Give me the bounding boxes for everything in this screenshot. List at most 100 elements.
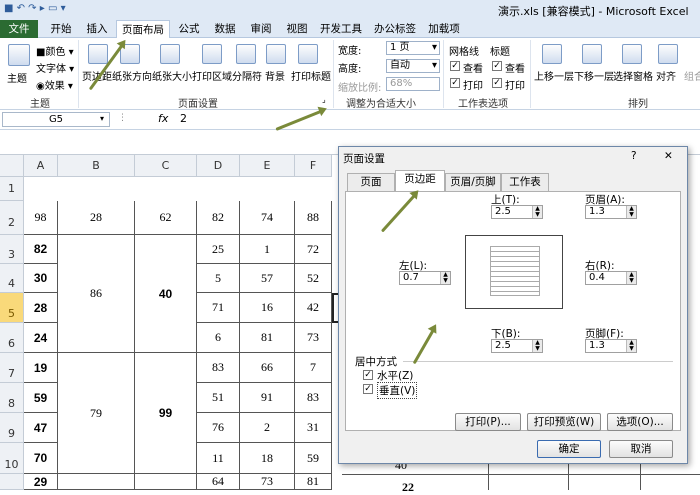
align-icon[interactable] — [658, 44, 678, 64]
tab-view[interactable]: 视图 — [280, 20, 314, 38]
help-button[interactable]: ? — [631, 150, 637, 162]
theme-colors-button[interactable]: ■颜色 ▾ — [36, 43, 74, 58]
cell-f3[interactable]: 72 — [295, 235, 332, 264]
cell-f6[interactable]: 73 — [295, 323, 332, 353]
selection-pane-button[interactable]: 选择窗格 — [613, 68, 653, 83]
group-objects-button[interactable]: 组合 — [684, 68, 700, 83]
cell-b11[interactable] — [58, 474, 135, 490]
margins-icon[interactable] — [88, 44, 108, 64]
name-box[interactable]: G5 — [2, 112, 110, 127]
options-button[interactable]: 选项(O)... — [607, 413, 673, 431]
row-header-6[interactable]: 6 — [0, 323, 24, 353]
scale-ratio-input[interactable]: 68% — [386, 77, 440, 91]
scale-width-select[interactable]: 1 页 ▾ — [386, 41, 440, 55]
print-titles-button[interactable]: 打印标题 — [291, 68, 331, 83]
cell-e10[interactable]: 18 — [240, 443, 295, 474]
tab-addins[interactable]: 加载项 — [422, 20, 466, 38]
cell-f4[interactable]: 52 — [295, 264, 332, 293]
cell-f9[interactable]: 31 — [295, 413, 332, 443]
align-button[interactable]: 对齐 — [656, 68, 676, 83]
top-margin-input[interactable]: 2.5 ▲ ▼ — [491, 205, 543, 219]
dialog-tab-page[interactable]: 页面 — [347, 173, 395, 191]
tab-home[interactable]: 开始 — [44, 20, 78, 38]
cell-a9[interactable]: 47 — [24, 413, 58, 443]
cell-f8[interactable]: 83 — [295, 383, 332, 413]
print-preview-button[interactable]: 打印预览(W) — [527, 413, 601, 431]
bring-forward-button[interactable]: 上移一层 — [534, 68, 574, 83]
dialog-tab-sheet[interactable]: 工作表 — [501, 173, 549, 191]
tab-formulas[interactable]: 公式 — [172, 20, 206, 38]
themes-button[interactable]: 主题 — [7, 70, 27, 85]
page-setup-launcher-icon[interactable]: ⌟ — [322, 95, 326, 104]
dialog-tab-margins[interactable]: 页边距 — [395, 170, 445, 192]
column-header-e[interactable]: E — [240, 155, 295, 177]
column-header-a[interactable]: A — [24, 155, 58, 177]
row-header-3[interactable]: 3 — [0, 235, 24, 264]
row-header-7[interactable]: 7 — [0, 353, 24, 383]
cell-b3-merged[interactable]: 86 — [58, 235, 135, 353]
spinner-icon[interactable]: ▲ ▼ — [532, 206, 542, 218]
column-header-f[interactable]: F — [295, 155, 332, 177]
bring-forward-icon[interactable] — [542, 44, 562, 64]
send-backward-button[interactable]: 下移一层 — [574, 68, 614, 83]
column-header-c[interactable]: C — [135, 155, 197, 177]
cell-e4[interactable]: 57 — [240, 264, 295, 293]
gridlines-print-checkbox[interactable]: ✓ — [450, 78, 460, 88]
header-margin-input[interactable]: 1.3 ▲ ▼ — [585, 205, 637, 219]
cell-f2[interactable]: 88 — [295, 201, 332, 235]
dialog-tab-header-footer[interactable]: 页眉/页脚 — [445, 173, 501, 191]
row-header-10[interactable]: 10 — [0, 443, 24, 474]
headings-view-checkbox[interactable]: ✓ — [492, 61, 502, 71]
spinner-icon[interactable]: ▲ ▼ — [626, 272, 636, 284]
cell-e9[interactable]: 2 — [240, 413, 295, 443]
theme-fonts-button[interactable]: 文字体 ▾ — [36, 60, 74, 75]
tab-review[interactable]: 审阅 — [244, 20, 278, 38]
tab-developer[interactable]: 开发工具 — [314, 20, 368, 38]
cell-d5[interactable]: 71 — [197, 293, 240, 323]
cell-a8[interactable]: 59 — [24, 383, 58, 413]
right-margin-input[interactable]: 0.4 ▲ ▼ — [585, 271, 637, 285]
cell-d11[interactable]: 64 — [197, 474, 240, 490]
cell-a6[interactable]: 24 — [24, 323, 58, 353]
ok-button[interactable]: 确定 — [537, 440, 601, 458]
size-button[interactable]: 纸张大小 — [152, 68, 192, 83]
close-icon[interactable]: ✕ — [664, 150, 673, 162]
breaks-icon[interactable] — [236, 44, 256, 64]
cell-c3-merged[interactable]: 40 — [135, 235, 197, 353]
cell-c7-merged[interactable]: 99 — [135, 353, 197, 474]
cell-f5[interactable]: 42 — [295, 293, 332, 323]
cell-b7-merged[interactable]: 79 — [58, 353, 135, 474]
cell-d6[interactable]: 6 — [197, 323, 240, 353]
orientation-button[interactable]: 纸张方向 — [112, 68, 152, 83]
quick-access-toolbar[interactable]: ■ ↶ ↷ ▸ ▭ ▾ — [4, 3, 124, 17]
cell-c2[interactable]: 62 — [135, 201, 197, 235]
cell-e3[interactable]: 1 — [240, 235, 295, 264]
cell-c11[interactable] — [135, 474, 197, 490]
theme-effects-button[interactable]: ◉效果 ▾ — [36, 77, 73, 92]
cell-a11[interactable]: 29 — [24, 474, 58, 490]
spinner-icon[interactable]: ▲ ▼ — [532, 340, 542, 352]
gridlines-view-checkbox[interactable]: ✓ — [450, 61, 460, 71]
print-area-icon[interactable] — [202, 44, 222, 64]
cell-f11[interactable]: 81 — [295, 474, 332, 490]
spinner-icon[interactable]: ▲ ▼ — [626, 206, 636, 218]
print-button[interactable]: 打印(P)... — [455, 413, 521, 431]
cell-a7[interactable]: 19 — [24, 353, 58, 383]
cell-d4[interactable]: 5 — [197, 264, 240, 293]
cell-a2[interactable]: 98 — [24, 201, 58, 235]
left-margin-input[interactable]: 0.7 ▲ ▼ — [399, 271, 451, 285]
background-button[interactable]: 背景 — [265, 68, 285, 83]
cell-b2[interactable]: 28 — [58, 201, 135, 235]
column-header-d[interactable]: D — [197, 155, 240, 177]
cell-f10[interactable]: 59 — [295, 443, 332, 474]
cell-a10[interactable]: 70 — [24, 443, 58, 474]
cell-a5[interactable]: 28 — [24, 293, 58, 323]
row-header-9[interactable]: 9 — [0, 413, 24, 443]
tab-office-tab[interactable]: 办公标签 — [368, 20, 422, 38]
cell-d9[interactable]: 76 — [197, 413, 240, 443]
cell-e6[interactable]: 81 — [240, 323, 295, 353]
themes-icon[interactable] — [8, 44, 30, 66]
print-titles-icon[interactable] — [298, 44, 318, 64]
scale-height-select[interactable]: 自动 ▾ — [386, 59, 440, 73]
cell-f7[interactable]: 7 — [295, 353, 332, 383]
